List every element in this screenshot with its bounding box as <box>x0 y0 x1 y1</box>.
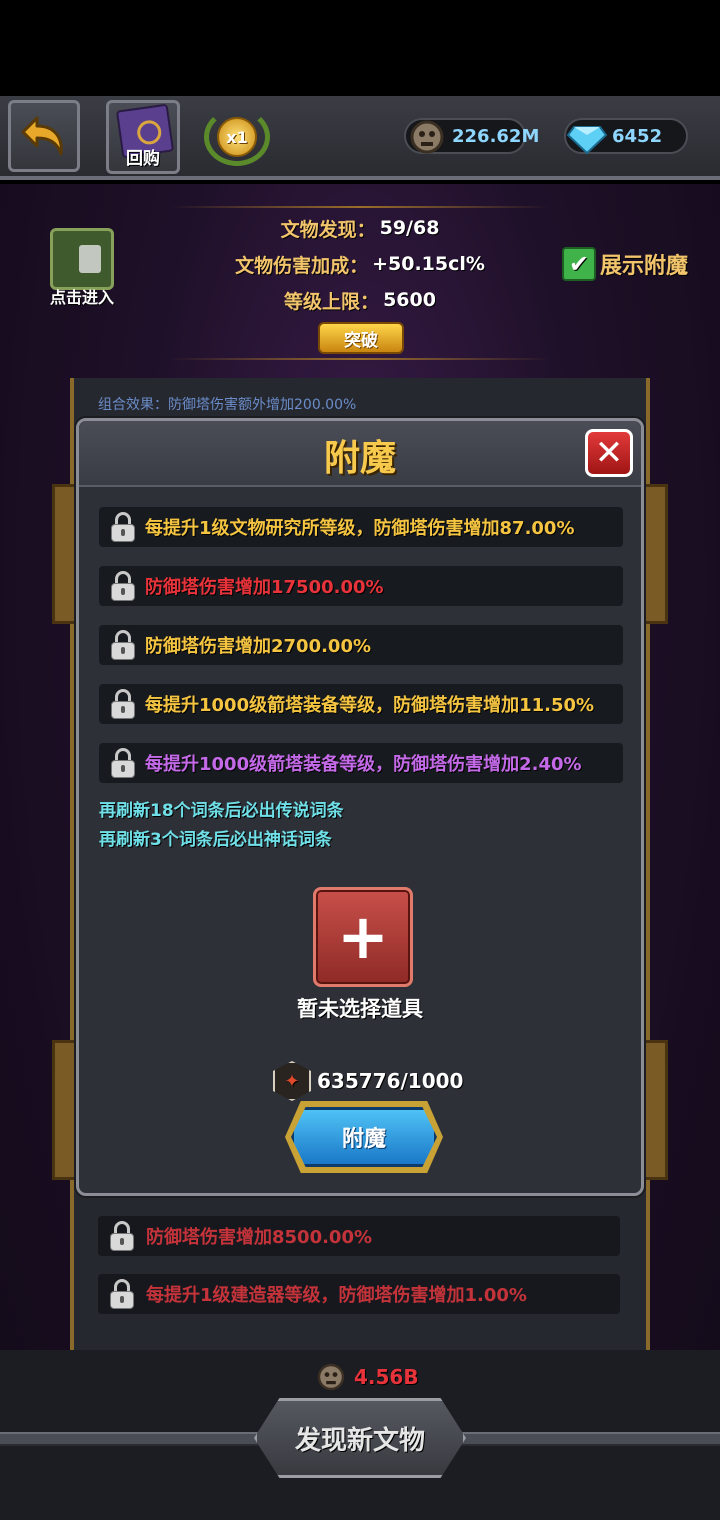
enchant-row: 每提升1级文物研究所等级，防御塔伤害增加87.00% <box>99 507 623 547</box>
attribute-text: 防御塔伤害增加8500.00% <box>146 1227 373 1248</box>
no-item-label: 暂未选择道具 <box>297 997 423 1021</box>
enter-label: 点击进入 <box>49 288 114 307</box>
discover-cost: 4.56B <box>314 1360 419 1394</box>
back-arrow-icon <box>21 116 63 156</box>
relic-icon <box>404 114 450 160</box>
close-button[interactable]: ✕ <box>585 429 633 477</box>
enter-collection-button[interactable]: 点击进入 <box>46 228 118 308</box>
discovered-label: 文物发现： <box>280 218 376 241</box>
diamond-icon <box>564 114 610 160</box>
list-item: 每提升1级建造器等级，防御塔伤害增加1.00% <box>98 1274 620 1314</box>
background-attribute-list: 防御塔伤害增加8500.00% 每提升1级建造器等级，防御塔伤害增加1.00% <box>98 1216 620 1332</box>
level-cap-value: 5600 <box>383 289 436 311</box>
relic-currency: 226.62M <box>404 118 539 154</box>
lock-icon[interactable] <box>109 512 137 542</box>
enchant-row: 每提升1000级箭塔装备等级，防御塔伤害增加11.50% <box>99 684 623 724</box>
combo-effect: 组合效果：防御塔伤害额外增加200.00% <box>98 397 357 413</box>
level-cap-label: 等级上限： <box>284 290 380 313</box>
list-item: 防御塔伤害增加8500.00% <box>98 1216 620 1256</box>
enchant-text: 每提升1000级箭塔装备等级，防御塔伤害增加2.40% <box>145 754 582 775</box>
lock-icon[interactable] <box>109 571 137 601</box>
relic-currency-value: 226.62M <box>452 125 540 147</box>
enchant-row: 防御塔伤害增加17500.00% <box>99 566 623 606</box>
status-bar <box>0 0 720 96</box>
side-ornament <box>642 1040 668 1180</box>
lock-icon[interactable] <box>109 748 137 778</box>
enchant-button[interactable]: 附魔 <box>291 1107 437 1167</box>
side-ornament <box>642 484 668 624</box>
side-ornament <box>52 1040 78 1180</box>
enchant-text: 防御塔伤害增加17500.00% <box>145 577 384 598</box>
back-button[interactable] <box>8 100 80 172</box>
damage-bonus-value: +50.15cl% <box>372 253 485 275</box>
legendary-refresh-text: 再刷新18个词条后必出传说词条 <box>99 801 344 821</box>
show-enchant-toggle[interactable]: ✔ 展示附魔 <box>562 246 688 282</box>
discover-cost-value: 4.56B <box>354 1365 419 1389</box>
gem-currency-value: 6452 <box>612 125 663 147</box>
enchant-cost-value: 635776/1000 <box>317 1069 464 1093</box>
lock-icon[interactable] <box>108 1279 136 1309</box>
discovered-value: 59/68 <box>379 217 440 239</box>
top-bar: 回购 x1 226.62M 6452 <box>0 96 720 180</box>
lock-icon[interactable] <box>109 630 137 660</box>
damage-bonus-label: 文物伤害加成： <box>235 254 369 277</box>
enchant-modal: 附魔 ✕ 每提升1级文物研究所等级，防御塔伤害增加87.00% 防御塔伤害增加1… <box>76 418 644 1196</box>
gem-currency: 6452 <box>564 118 688 155</box>
cards-icon <box>50 228 114 290</box>
side-ornament <box>52 484 78 624</box>
enchant-attribute-list: 每提升1级文物研究所等级，防御塔伤害增加87.00% 防御塔伤害增加17500.… <box>99 507 623 802</box>
buyback-label: 回购 <box>126 149 160 169</box>
discover-new-relic-button[interactable]: 发现新文物 <box>254 1398 466 1478</box>
checkmark-icon: ✔ <box>562 247 596 281</box>
close-icon: ✕ <box>594 433 624 473</box>
show-enchant-label: 展示附魔 <box>600 254 689 279</box>
speed-button[interactable]: x1 <box>204 108 270 166</box>
enchant-material-icon: ✦ <box>273 1061 311 1101</box>
divider <box>170 358 550 360</box>
divider <box>170 206 550 208</box>
relic-icon <box>314 1360 348 1394</box>
enchant-row: 每提升1000级箭塔装备等级，防御塔伤害增加2.40% <box>99 743 623 783</box>
mythic-refresh-text: 再刷新3个词条后必出神话词条 <box>99 830 332 850</box>
item-slot-button[interactable]: + <box>313 887 413 987</box>
enchant-text: 每提升1级文物研究所等级，防御塔伤害增加87.00% <box>145 518 575 539</box>
enchant-text: 每提升1000级箭塔装备等级，防御塔伤害增加11.50% <box>145 695 595 716</box>
enchant-text: 防御塔伤害增加2700.00% <box>145 636 372 657</box>
buyback-button[interactable]: 回购 <box>106 100 180 174</box>
refresh-info: 再刷新18个词条后必出传说词条 再刷新3个词条后必出神话词条 <box>99 797 344 855</box>
modal-title: 附魔 <box>323 438 396 479</box>
lock-icon[interactable] <box>108 1221 136 1251</box>
lock-icon[interactable] <box>109 689 137 719</box>
breakthrough-button[interactable]: 突破 <box>318 322 404 354</box>
modal-header: 附魔 ✕ <box>79 421 641 487</box>
plus-icon: + <box>337 900 389 973</box>
enchant-row: 防御塔伤害增加2700.00% <box>99 625 623 665</box>
laurel-icon <box>204 108 270 166</box>
attribute-text: 每提升1级建造器等级，防御塔伤害增加1.00% <box>146 1285 527 1306</box>
enchant-cost: ✦ 635776/1000 <box>273 1061 463 1101</box>
